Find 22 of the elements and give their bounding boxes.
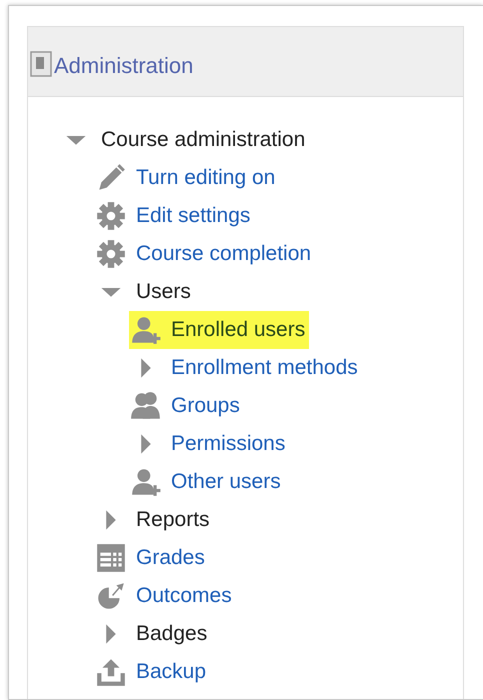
table-icon <box>95 542 127 574</box>
tree-link[interactable]: Groups <box>171 393 240 419</box>
tree-link[interactable]: Turn editing on <box>136 165 276 191</box>
tree-link[interactable]: Outcomes <box>136 583 232 609</box>
tree-link[interactable]: Grades <box>136 545 205 571</box>
tree-link[interactable]: Course completion <box>136 241 312 267</box>
tree-link[interactable]: Enrollment methods <box>171 355 358 381</box>
tree-link[interactable]: Edit settings <box>136 203 250 229</box>
tree-branch-label[interactable]: Course administration <box>101 127 306 153</box>
block-title[interactable]: Administration <box>54 53 463 80</box>
tree-link[interactable]: Permissions <box>171 431 286 457</box>
gear-icon <box>95 200 127 232</box>
tree-branch-label[interactable]: Users <box>136 279 191 305</box>
tree-link[interactable]: Other users <box>171 469 281 495</box>
tree-branch-label[interactable]: Badges <box>136 621 208 647</box>
pie-chart-icon <box>95 580 127 612</box>
gear-icon <box>95 238 127 270</box>
tree-link[interactable]: Backup <box>136 659 206 685</box>
tree-branch-label[interactable]: Reports <box>136 507 210 533</box>
user-add-icon <box>130 314 162 346</box>
users-icon <box>130 390 162 422</box>
user-add-icon <box>130 466 162 498</box>
